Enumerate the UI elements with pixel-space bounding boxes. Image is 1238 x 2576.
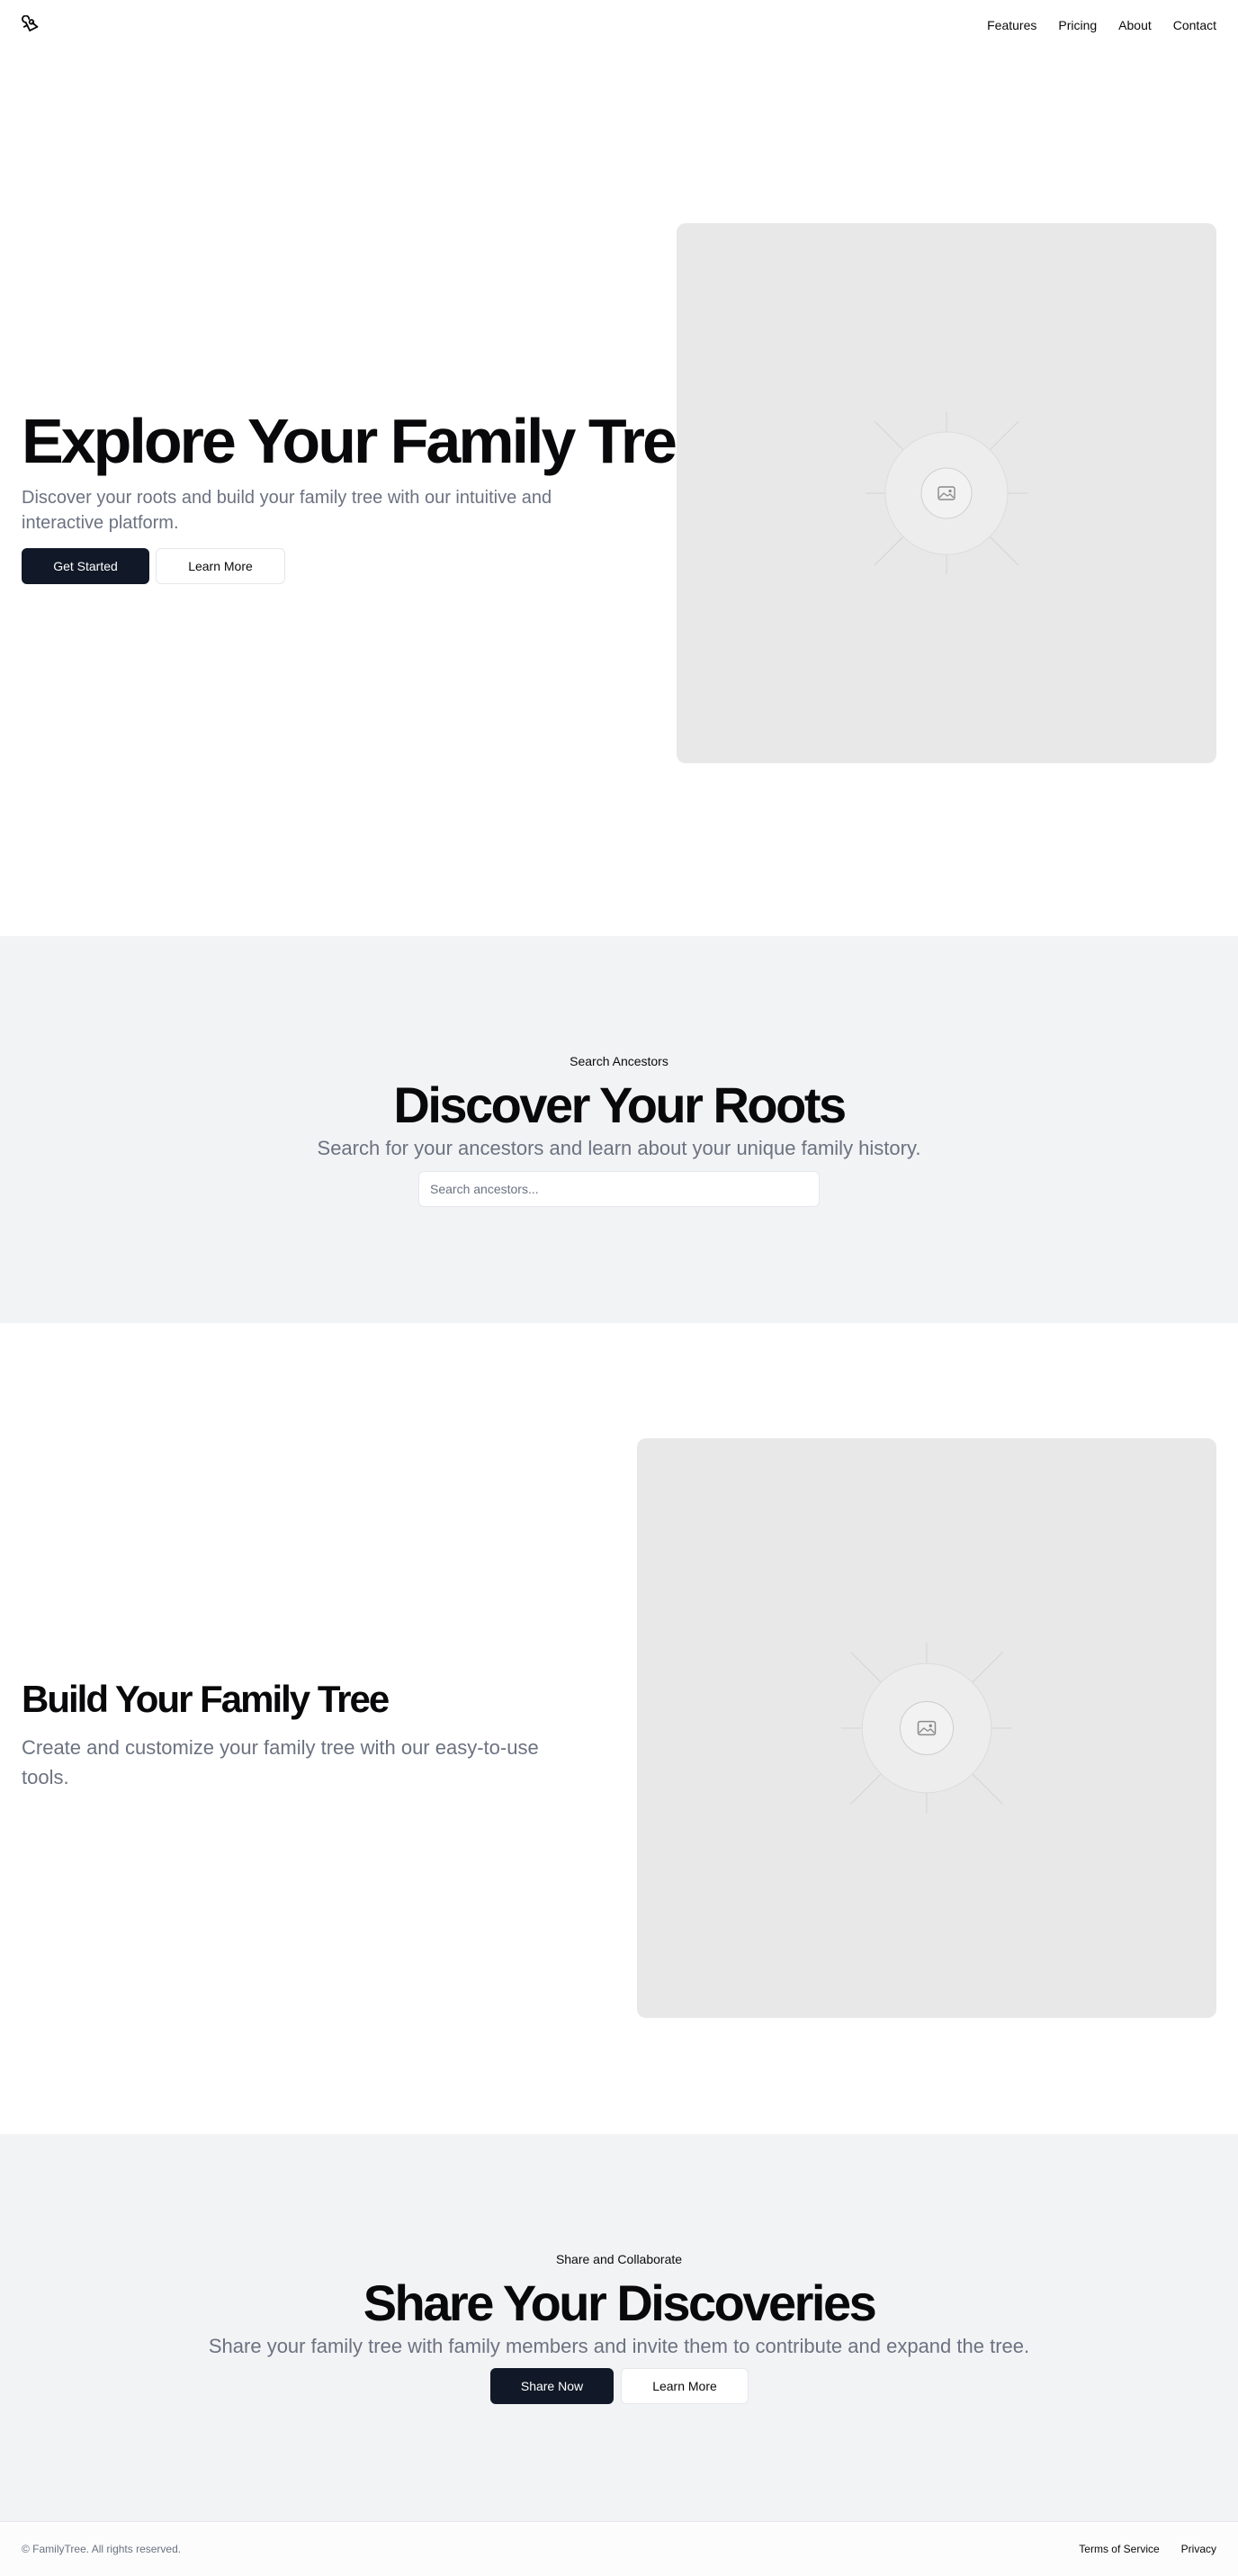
hero-section: Explore Your Family Tree Discover your r… [0, 50, 1238, 936]
hero-image-placeholder [677, 223, 1216, 763]
build-image-placeholder [637, 1438, 1216, 2018]
image-placeholder-icon [866, 412, 1027, 574]
main-nav: Features Pricing About Contact [987, 18, 1216, 32]
build-section-title: Build Your Family Tree [22, 1678, 390, 1720]
section-eyebrow: Search Ancestors [570, 1054, 668, 1068]
nav-link-pricing[interactable]: Pricing [1058, 18, 1097, 32]
get-started-button[interactable]: Get Started [22, 548, 149, 584]
search-section: Search Ancestors Discover Your Roots Sea… [0, 936, 1238, 1323]
site-header: Features Pricing About Contact [0, 0, 1238, 50]
learn-more-button[interactable]: Learn More [621, 2368, 749, 2404]
build-content: Build Your Family Tree Create and custom… [22, 1680, 570, 1792]
share-section-subtitle: Share your family tree with family membe… [208, 2335, 1030, 2357]
build-section-subtitle: Create and customize your family tree wi… [22, 1736, 539, 1788]
footer-copyright: © FamilyTree. All rights reserved. [22, 2543, 182, 2555]
hero-buttons: Get Started Learn More [22, 548, 633, 584]
footer-link-terms[interactable]: Terms of Service [1079, 2543, 1159, 2555]
share-now-button[interactable]: Share Now [490, 2368, 614, 2404]
learn-more-button[interactable]: Learn More [156, 548, 285, 584]
family-tree-logo-icon[interactable] [22, 15, 41, 35]
nav-link-features[interactable]: Features [987, 18, 1036, 32]
section-eyebrow: Share and Collaborate [555, 2252, 683, 2266]
share-section: Share and Collaborate Share Your Discove… [0, 2134, 1238, 2521]
search-section-title: Discover Your Roots [393, 1076, 847, 1133]
image-placeholder-icon [841, 1643, 1012, 1814]
search-section-subtitle: Search for your ancestors and learn abou… [317, 1137, 921, 1159]
site-footer: © FamilyTree. All rights reserved. Terms… [0, 2521, 1238, 2576]
share-section-title: Share Your Discoveries [363, 2274, 877, 2331]
search-input[interactable] [418, 1171, 820, 1207]
hero-content: Explore Your Family Tree Discover your r… [22, 406, 710, 584]
nav-link-about[interactable]: About [1118, 18, 1152, 32]
build-section: Build Your Family Tree Create and custom… [0, 1323, 1238, 2134]
footer-links: Terms of Service Privacy [1079, 2543, 1216, 2555]
footer-link-privacy[interactable]: Privacy [1181, 2543, 1216, 2555]
hero-subtitle: Discover your roots and build your famil… [22, 488, 552, 533]
nav-link-contact[interactable]: Contact [1173, 18, 1216, 32]
share-buttons: Share Now Learn More [490, 2368, 749, 2404]
hero-title: Explore Your Family Tree [22, 406, 710, 476]
